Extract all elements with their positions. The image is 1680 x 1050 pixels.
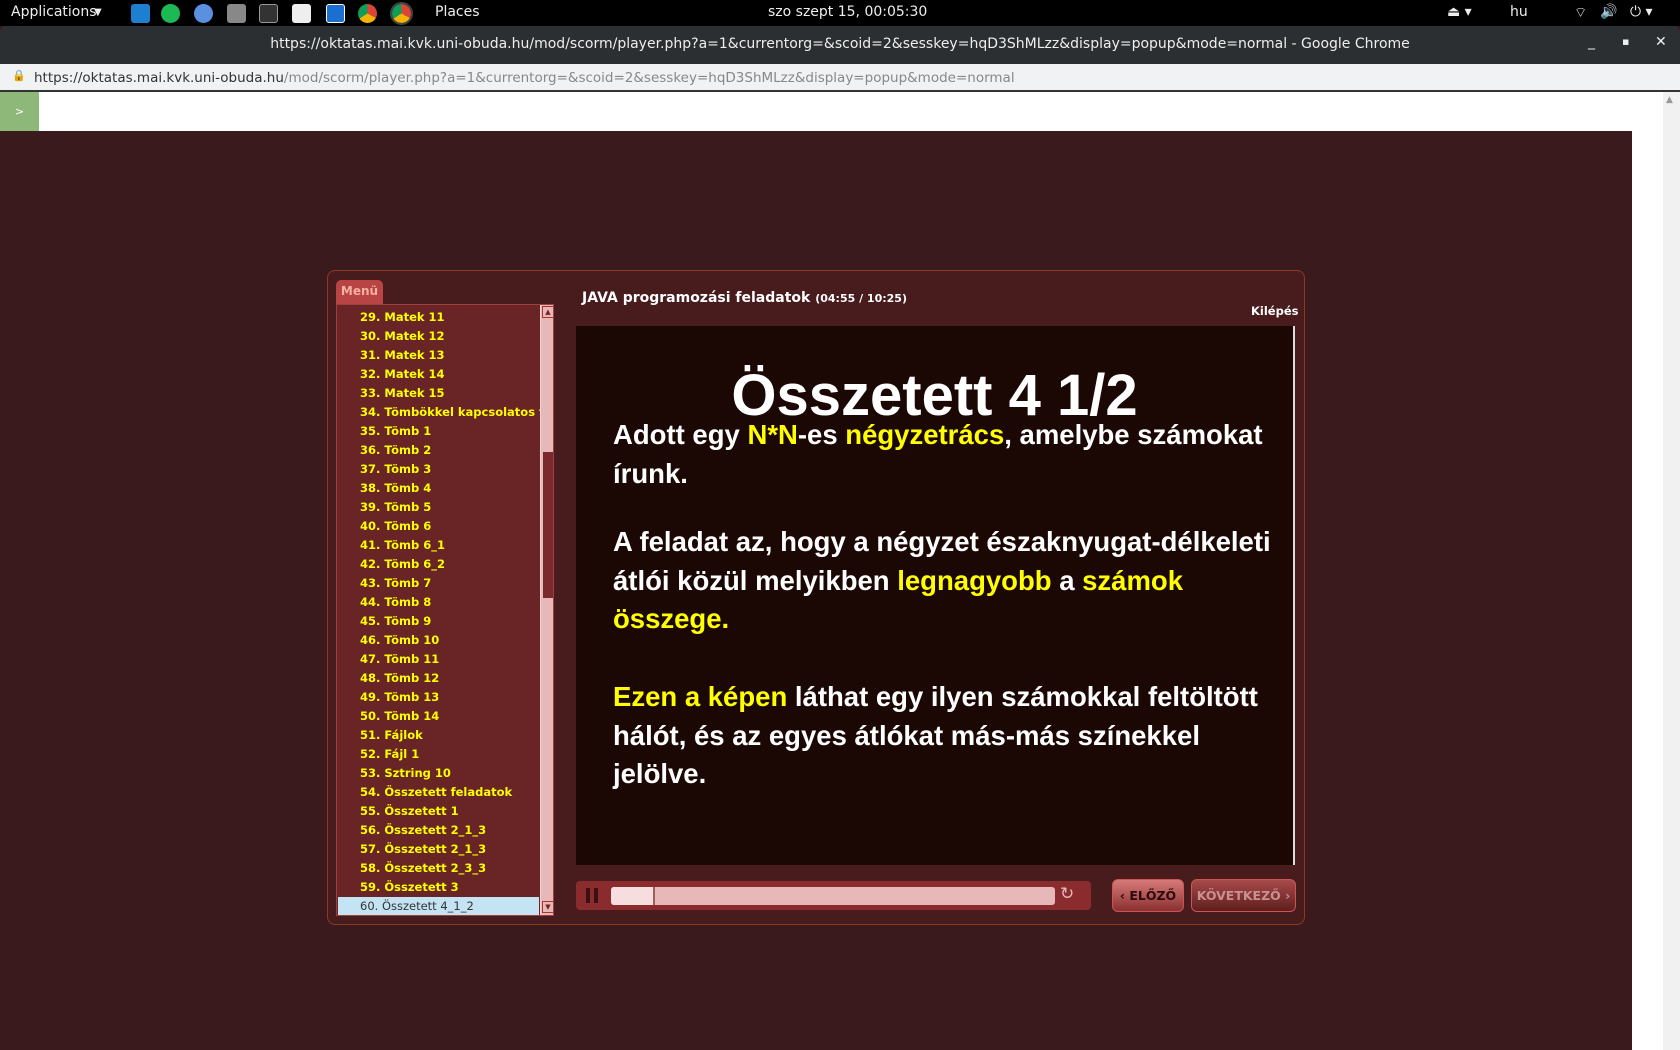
slide-list-item[interactable]: 35. Tömb 1 [338,422,539,441]
slide-list-item[interactable]: 57. Összetett 2_1_3 [338,840,539,859]
desktop-icon[interactable] [131,4,150,23]
course-title: JAVA programozási feladatok (04:55 / 10:… [582,290,907,306]
slide-list-item[interactable]: 29. Matek 11 [338,308,539,327]
url-path: /mod/scorm/player.php?a=1&currentorg=&sc… [283,70,1015,86]
slide-list-item[interactable]: 49. Tömb 13 [338,688,539,707]
page-scrollbar[interactable]: ▲ [1663,92,1680,1050]
slide-list-item[interactable]: 50. Tömb 14 [338,707,539,726]
address-bar[interactable]: 🔒 https://oktatas.mai.kvk.uni-obuda.hu/m… [0,64,1680,92]
close-icon[interactable]: ✕ [1655,34,1667,50]
exit-link[interactable]: Kilépés [1251,304,1298,318]
terminal-icon[interactable] [259,4,278,23]
joystick-icon[interactable] [227,4,246,23]
lock-icon: 🔒 [12,69,26,82]
slide-list-item[interactable]: 43. Tömb 7 [338,574,539,593]
slide-list-item[interactable]: 53. Sztring 10 [338,764,539,783]
wifi-icon[interactable]: ⌔ [1574,4,1587,22]
slide-list-item[interactable]: 40. Tömb 6 [338,517,539,536]
power-icon[interactable]: ⏻ ▾ [1630,4,1653,20]
slide-list: 29. Matek 11 30. Matek 12 31. Matek 13 32. … [336,304,554,916]
applications-menu[interactable]: Applications [11,4,97,20]
clock[interactable]: szo szept 15, 00:05:30 [768,4,927,20]
slide-list-item[interactable]: 54. Összetett feladatok [338,783,539,802]
chrome-active-icon[interactable] [390,2,413,25]
scroll-up-icon[interactable]: ▲ [542,306,553,318]
slide-list-item[interactable]: 45. Tömb 9 [338,612,539,631]
playback-controls: ↻ [576,881,1091,910]
slide-list-item[interactable]: 56. Összetett 2_1_3 [338,821,539,840]
slide-list-item[interactable]: 39. Tömb 5 [338,498,539,517]
slide-list-item[interactable]: 48. Tömb 12 [338,669,539,688]
previous-button[interactable]: ‹ ELŐZŐ [1112,879,1184,912]
slide-list-item[interactable]: 46. Tömb 10 [338,631,539,650]
progress-bar[interactable] [611,887,1055,905]
slide-list-item[interactable]: 42. Tömb 6_2 [338,555,539,574]
progress-fill [611,887,656,905]
slide-list-item[interactable]: 55. Összetett 1 [338,802,539,821]
chromium-icon[interactable] [194,4,213,23]
system-top-bar: Applications ▼ Places szo szept 15, 00:0… [0,0,1680,26]
toc-toggle-button[interactable]: > [0,92,39,131]
language-indicator[interactable]: hu [1510,4,1528,20]
replay-icon[interactable]: ↻ [1060,884,1074,904]
slide-list-item[interactable]: 47. Tömb 11 [338,650,539,669]
slide-list-item[interactable]: 37. Tömb 3 [338,460,539,479]
slide-paragraph-2: A feladat az, hogy a négyzet északnyugat… [613,526,1271,635]
pause-button[interactable] [586,888,598,903]
slide-list-item[interactable]: 60. Összetett 4_1_2 [338,897,539,915]
slide-list-item[interactable]: 33. Matek 15 [338,384,539,403]
scroll-down-icon[interactable]: ▼ [542,901,553,913]
next-button[interactable]: KÖVETKEZŐ › [1191,879,1296,912]
volume-icon[interactable]: 🔊 [1600,4,1617,20]
time-display: (04:55 / 10:25) [815,292,907,305]
slide-paragraph-3: Ezen a képen láthat egy ilyen számokkal … [613,681,1258,790]
menu-tab[interactable]: Menü [336,280,383,304]
url-host: https://oktatas.mai.kvk.uni-obuda.hu [34,70,284,86]
spotify-icon[interactable] [161,4,180,23]
list-scrollbar[interactable]: ▲ ▼ [540,305,553,915]
maximize-icon[interactable]: ▪ [1622,35,1629,48]
window-title-bar: https://oktatas.mai.kvk.uni-obuda.hu/mod… [0,26,1680,64]
slide-list-item[interactable]: 36. Tömb 2 [338,441,539,460]
slide-list-item[interactable]: 52. Fájl 1 [338,745,539,764]
window-title: https://oktatas.mai.kvk.uni-obuda.hu/mod… [270,36,1410,52]
slide-list-item[interactable]: 38. Tömb 4 [338,479,539,498]
slide-list-item[interactable]: 30. Matek 12 [338,327,539,346]
eject-icon[interactable]: ⏏ ▾ [1447,4,1472,20]
slide-list-item[interactable]: 31. Matek 13 [338,346,539,365]
slide-list-item[interactable]: 59. Összetett 3 [338,878,539,897]
minimize-icon[interactable]: _ [1588,34,1595,50]
slide-list-item[interactable]: 41. Tömb 6_1 [338,536,539,555]
text-editor-icon[interactable] [292,4,311,23]
scroll-thumb[interactable] [542,451,553,599]
slide-list-item[interactable]: 51. Fájlok [338,726,539,745]
slide-list-item[interactable]: 58. Összetett 2_3_3 [338,859,539,878]
slide-list-item[interactable]: 44. Tömb 8 [338,593,539,612]
slide-list-item[interactable]: 34. Tömbökkel kapcsolatos f... [338,403,553,422]
slide-paragraph-1: Adott egy N*N-es négyzetrács, amelybe sz… [613,419,1263,489]
places-menu[interactable]: Places [435,4,480,20]
slide-content: Összetett 4 1/2 Adott egy N*N-es négyzet… [576,326,1295,865]
chevron-down-icon: ▼ [94,7,102,18]
slide-list-item[interactable]: 32. Matek 14 [338,365,539,384]
system-monitor-icon[interactable] [326,4,345,23]
chrome-icon[interactable] [358,4,377,23]
